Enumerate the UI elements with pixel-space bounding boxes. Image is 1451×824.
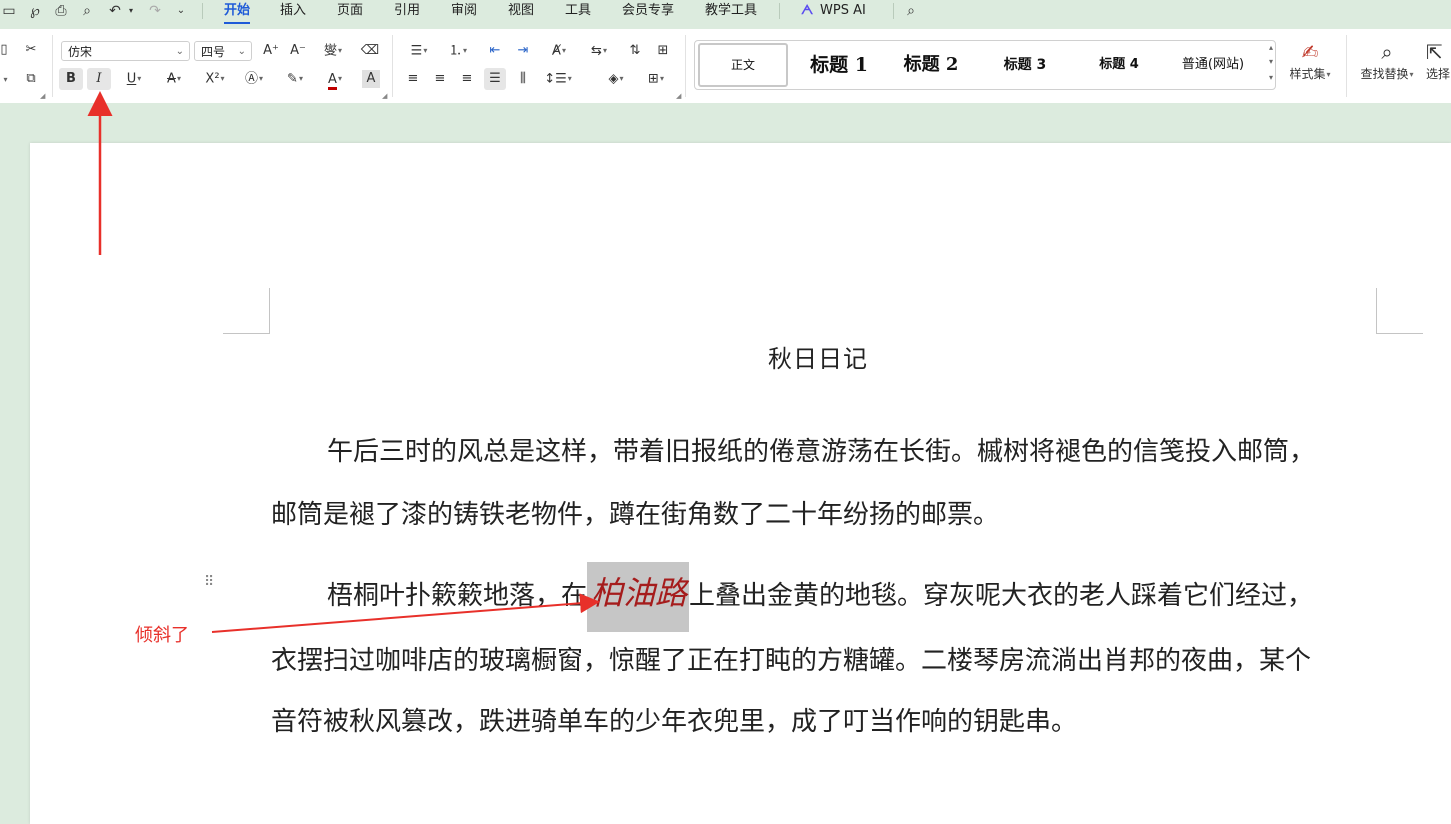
annotation-arrows — [87, 91, 600, 633]
arrow-to-selected-text — [211, 593, 600, 633]
